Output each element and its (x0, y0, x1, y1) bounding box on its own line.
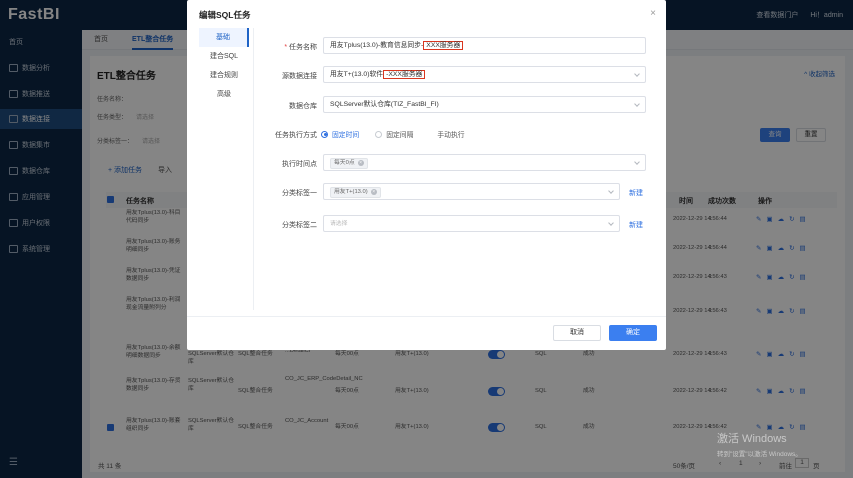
tag2-placeholder: 请选择 (330, 221, 348, 227)
tag1-label: 分类标签一 (282, 190, 317, 197)
tag1-tag: 用友T+(13.0) × (330, 187, 381, 198)
confirm-button[interactable]: 确定 (609, 325, 657, 341)
exec-mode-radio-group: 固定时间 固定间隔 手动执行 (321, 129, 481, 139)
task-name-input[interactable]: 用友Tplus(13.0)-教育信息同步- XXX服务器 (323, 37, 646, 54)
modal-title: 编辑SQL任务 (199, 10, 251, 20)
watermark-title: 激活 Windows (717, 433, 787, 445)
tag2-new-link[interactable]: 新建 (629, 220, 643, 230)
source-connection-select[interactable]: 用友T+(13.0)软件 -XXX服务器 (323, 66, 646, 83)
exec-mode-label: 任务执行方式 (275, 132, 317, 139)
radio-label: 固定间隔 (386, 132, 414, 139)
radio-manual[interactable] (429, 131, 433, 138)
source-connection-label: 源数据连接 (282, 73, 317, 80)
radio-label: 手动执行 (437, 132, 465, 139)
cancel-button[interactable]: 取消 (553, 325, 601, 341)
exec-time-select[interactable]: 每天0点 × (323, 154, 646, 171)
warehouse-label: 数据仓库 (289, 103, 317, 110)
close-icon[interactable]: × (370, 189, 377, 195)
task-name-label: * 任务名称 (284, 44, 317, 51)
windows-activation-watermark: 激活 Windows 转到"设置"以激活 Windows。 (717, 430, 802, 458)
tag1-select[interactable]: 用友T+(13.0) × (323, 183, 620, 200)
tag1-new-link[interactable]: 新建 (629, 188, 643, 198)
chevron-down-icon (608, 188, 614, 194)
chevron-down-icon (634, 159, 640, 165)
close-icon[interactable]: × (357, 160, 364, 166)
exec-time-tag: 每天0点 × (330, 158, 368, 169)
modal-footer-divider (187, 316, 666, 317)
edit-sql-task-modal: 编辑SQL任务 × 基础 建合SQL 建合规则 高级 * 任务名称 用友Tplu… (187, 0, 666, 350)
warehouse-select[interactable]: SQLServer默认仓库(TIZ_FastBI_FI) (323, 96, 646, 113)
highlighted-server: XXX服务器 (423, 41, 464, 50)
close-icon[interactable]: × (650, 8, 656, 19)
watermark-subtitle: 转到"设置"以激活 Windows。 (717, 451, 802, 458)
modal-nav: 基础 建合SQL 建合规则 高级 (199, 28, 249, 104)
chevron-down-icon (608, 220, 614, 226)
radio-fixed-time[interactable] (321, 130, 328, 138)
radio-fixed-interval[interactable] (375, 130, 383, 138)
chevron-down-icon (634, 71, 640, 77)
exec-time-label: 执行时间点 (282, 161, 317, 168)
tag2-label: 分类标签二 (282, 222, 317, 229)
chevron-down-icon (634, 101, 640, 107)
highlighted-server: -XXX服务器 (383, 70, 426, 79)
radio-label: 固定时间 (332, 132, 360, 139)
tag2-select[interactable]: 请选择 (323, 215, 620, 232)
